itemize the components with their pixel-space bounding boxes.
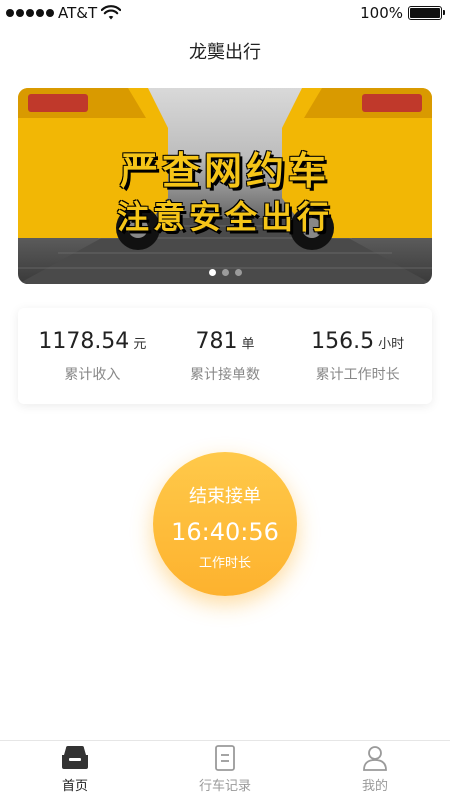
battery-percent: 100% bbox=[360, 4, 403, 22]
status-left: AT&T bbox=[6, 4, 122, 22]
tab-trip-records[interactable]: 行车记录 bbox=[150, 741, 300, 800]
stats-card: 1178.54 元 累计收入 781 单 累计接单数 156.5 小时 累计工作时长 bbox=[18, 308, 432, 404]
stat-label: 累计工作时长 bbox=[315, 366, 400, 383]
stat-hours: 156.5 小时 累计工作时长 bbox=[291, 329, 424, 384]
stat-unit: 元 bbox=[133, 336, 147, 352]
battery-icon bbox=[408, 6, 445, 20]
stat-value: 781 bbox=[195, 328, 238, 354]
stat-unit: 小时 bbox=[378, 336, 405, 352]
stat-income: 1178.54 元 累计收入 bbox=[26, 329, 159, 384]
wifi-icon bbox=[101, 5, 122, 20]
carousel-indicator bbox=[18, 269, 432, 276]
stat-label: 累计接单数 bbox=[190, 366, 260, 383]
carousel-dot[interactable] bbox=[208, 269, 216, 276]
user-icon bbox=[363, 746, 387, 771]
status-right: 100% bbox=[360, 4, 445, 22]
end-orders-button[interactable]: 结束接单 16:40:56 工作时长 bbox=[153, 452, 297, 596]
tab-label: 行车记录 bbox=[198, 779, 251, 794]
carousel-dot[interactable] bbox=[221, 269, 229, 276]
page-title: 龙龑出行 bbox=[189, 42, 261, 63]
button-label: 结束接单 bbox=[189, 486, 261, 507]
tab-label: 首页 bbox=[61, 779, 88, 794]
banner-headline: 严查网约车 bbox=[119, 149, 330, 193]
stat-value: 156.5 bbox=[311, 328, 375, 354]
tab-home[interactable]: 首页 bbox=[0, 741, 150, 800]
banner-carousel[interactable]: 严查网约车 注意安全出行 bbox=[18, 88, 432, 284]
tab-bar: 首页 行车记录 我的 bbox=[0, 740, 450, 800]
timer-caption: 工作时长 bbox=[198, 556, 251, 571]
carousel-dot[interactable] bbox=[234, 269, 242, 276]
document-icon bbox=[215, 745, 235, 771]
stat-orders: 781 单 累计接单数 bbox=[159, 329, 292, 384]
car-icon bbox=[62, 746, 88, 769]
stat-value: 1178.54 bbox=[38, 328, 130, 354]
tab-label: 我的 bbox=[361, 779, 388, 794]
signal-icon bbox=[6, 9, 54, 17]
stat-unit: 单 bbox=[241, 336, 255, 352]
work-timer: 16:40:56 bbox=[171, 518, 279, 546]
stat-label: 累计收入 bbox=[64, 366, 121, 383]
tab-profile[interactable]: 我的 bbox=[300, 741, 450, 800]
status-bar: AT&T 100% bbox=[0, 0, 450, 26]
carrier-label: AT&T bbox=[58, 4, 98, 22]
banner-subheadline: 注意安全出行 bbox=[116, 198, 333, 236]
